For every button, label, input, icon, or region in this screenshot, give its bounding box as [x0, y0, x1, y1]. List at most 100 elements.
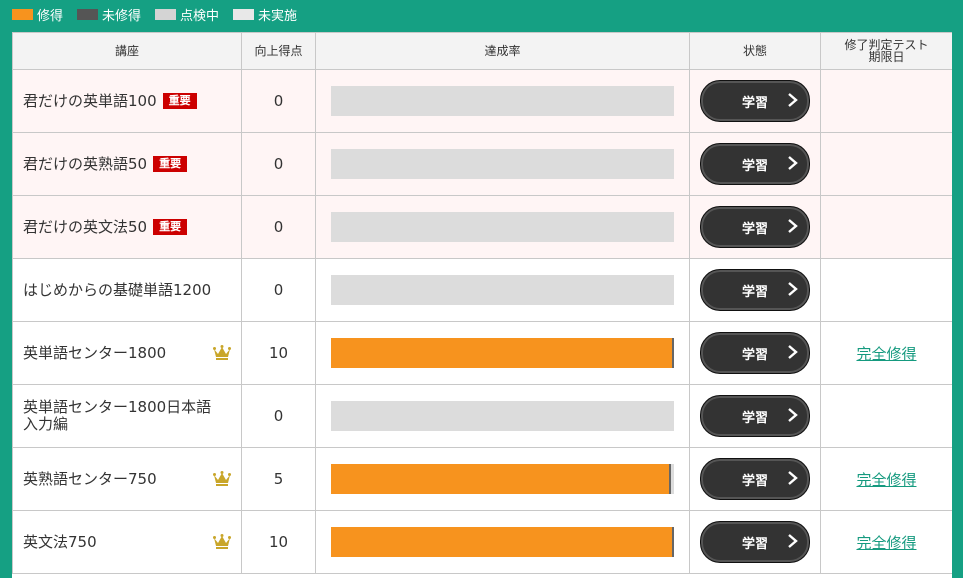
score-cell: 0 [241, 195, 316, 259]
progress-bar [331, 275, 674, 305]
test-deadline-cell: 完全修得 [820, 447, 952, 511]
header-test-deadline: 修了判定テスト 期限日 [820, 32, 952, 70]
legend-item-checking: 点検中 [155, 5, 219, 24]
crown-icon [213, 534, 231, 549]
chevron-right-icon [788, 93, 798, 107]
legend-label-not-done: 未実施 [258, 8, 298, 24]
chevron-right-icon [788, 219, 798, 233]
course-inner: 英熟語センター750 [23, 469, 241, 488]
header-score: 向上得点 [241, 32, 316, 70]
crown-icon [213, 471, 231, 486]
test-deadline-cell [820, 69, 952, 133]
table-row: 君だけの英文法50 重要 0 学習 [12, 195, 952, 259]
course-name: 英文法750 [23, 532, 97, 551]
table-row: 英熟語センター750 5 学習 完全修得 [12, 447, 952, 511]
table-row: はじめからの基礎単語1200 0 学習 [12, 258, 952, 322]
course-table: 講座 向上得点 達成率 状態 修了判定テスト 期限日 君だけの英単語100 重要… [12, 32, 952, 574]
header-progress: 達成率 [315, 32, 690, 70]
legend-label-acquired: 修得 [37, 8, 64, 24]
status-cell: 学習 [689, 447, 821, 511]
status-cell: 学習 [689, 258, 821, 322]
course-inner: 英単語センター1800 [23, 343, 241, 362]
legend-swatch-not-done [233, 8, 255, 20]
study-button-label: 学習 [741, 347, 768, 363]
course-cell: 君だけの英熟語50 重要 [12, 132, 242, 196]
crown-icon [213, 345, 231, 360]
progress-cell [315, 195, 690, 259]
progress-cell [315, 132, 690, 196]
score-cell: 0 [241, 69, 316, 133]
status-cell: 学習 [689, 384, 821, 448]
study-button-label: 学習 [741, 221, 768, 237]
header-course: 講座 [12, 32, 242, 70]
score-cell: 5 [241, 447, 316, 511]
test-deadline-cell: 完全修得 [820, 321, 952, 385]
important-badge: 重要 [153, 219, 188, 235]
study-button[interactable]: 学習 [700, 80, 810, 122]
legend: 修得 未修得 点検中 未実施 [0, 0, 963, 28]
test-deadline-cell [820, 195, 952, 259]
legend-swatch-checking [155, 8, 177, 20]
course-cell: 君だけの英単語100 重要 [12, 69, 242, 133]
study-button[interactable]: 学習 [700, 332, 810, 374]
chevron-right-icon [788, 408, 798, 422]
header-status: 状態 [689, 32, 821, 70]
study-button[interactable]: 学習 [700, 206, 810, 248]
score-cell: 10 [241, 510, 316, 574]
table-header-row: 講座 向上得点 達成率 状態 修了判定テスト 期限日 [12, 32, 952, 70]
study-button-label: 学習 [741, 410, 768, 426]
progress-bar-fill [331, 464, 671, 494]
study-button-label: 学習 [741, 473, 768, 489]
course-name: 英単語センター1800 [23, 343, 167, 362]
complete-mastery-link[interactable]: 完全修得 [856, 345, 916, 363]
study-button[interactable]: 学習 [700, 395, 810, 437]
study-button-label: 学習 [741, 158, 768, 174]
progress-cell [315, 384, 690, 448]
legend-label-not-acquired: 未修得 [102, 8, 142, 24]
test-deadline-cell [820, 258, 952, 322]
table-row: 君だけの英熟語50 重要 0 学習 [12, 132, 952, 196]
study-button[interactable]: 学習 [700, 269, 810, 311]
progress-cell [315, 510, 690, 574]
complete-mastery-link[interactable]: 完全修得 [856, 471, 916, 489]
header-test-line2: 期限日 [868, 50, 905, 64]
table-row: 英単語センター1800 10 学習 完全修得 [12, 321, 952, 385]
course-name: 君だけの英単語100 [23, 91, 157, 110]
status-cell: 学習 [689, 510, 821, 574]
test-deadline-cell [820, 384, 952, 448]
progress-cell [315, 447, 690, 511]
course-inner: 君だけの英熟語50 重要 [23, 154, 241, 173]
progress-bar [331, 401, 674, 431]
status-cell: 学習 [689, 69, 821, 133]
legend-swatch-not-acquired [77, 8, 99, 20]
course-cell: 英単語センター1800 [12, 321, 242, 385]
score-cell: 0 [241, 258, 316, 322]
test-deadline-cell [820, 132, 952, 196]
score-cell: 10 [241, 321, 316, 385]
course-inner: はじめからの基礎単語1200 [23, 280, 241, 299]
progress-cell [315, 321, 690, 385]
course-name: はじめからの基礎単語1200 [23, 280, 212, 299]
progress-bar-fill [331, 527, 674, 557]
chevron-right-icon [788, 534, 798, 548]
course-inner: 君だけの英文法50 重要 [23, 218, 241, 236]
status-cell: 学習 [689, 321, 821, 385]
complete-mastery-link[interactable]: 完全修得 [856, 534, 916, 552]
chevron-right-icon [788, 345, 798, 359]
progress-bar [331, 149, 674, 179]
study-button[interactable]: 学習 [700, 458, 810, 500]
study-button[interactable]: 学習 [700, 143, 810, 185]
legend-item-not-done: 未実施 [233, 5, 297, 24]
legend-item-not-acquired: 未修得 [77, 5, 141, 24]
table-row: 英単語センター1800日本語入力編 0 学習 [12, 384, 952, 448]
course-cell: 英文法750 [12, 510, 242, 574]
course-cell: 君だけの英文法50 重要 [12, 195, 242, 259]
chevron-right-icon [788, 282, 798, 296]
progress-bar [331, 86, 674, 116]
study-button[interactable]: 学習 [700, 521, 810, 563]
course-inner: 英単語センター1800日本語入力編 [23, 399, 241, 433]
chevron-right-icon [788, 156, 798, 170]
course-name: 英熟語センター750 [23, 469, 157, 488]
course-name: 君だけの英熟語50 [23, 154, 148, 173]
course-table-container: 講座 向上得点 達成率 状態 修了判定テスト 期限日 君だけの英単語100 重要… [12, 32, 952, 578]
